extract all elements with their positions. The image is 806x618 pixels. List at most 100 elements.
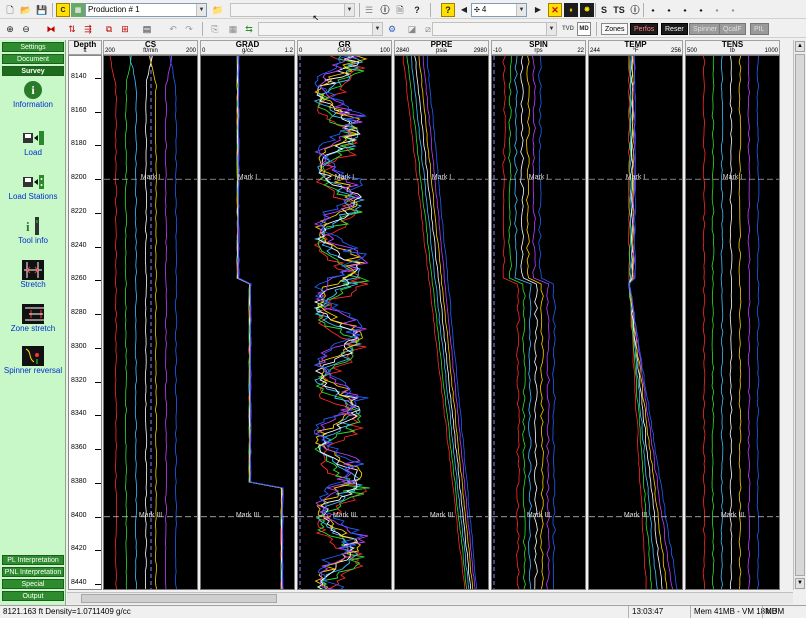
track-header-spin[interactable]: SPIN -10 rps 22 — [491, 40, 586, 55]
filter-pil[interactable]: PIL — [750, 23, 769, 35]
point-edit-icon[interactable]: ⬩ — [662, 3, 676, 17]
vertical-scroll-thumb[interactable] — [795, 54, 805, 576]
plot-combo[interactable]: ▼ — [432, 22, 557, 36]
zoom-out-icon[interactable]: ⊖ — [19, 22, 33, 36]
md-button[interactable]: MD — [577, 22, 591, 36]
track-header-temp[interactable]: TEMP 244 °F 256 — [588, 40, 683, 55]
sidebar-button-pl-interpretation[interactable]: PL Interpretation — [2, 555, 64, 565]
edit-marks-icon[interactable]: ⊞ — [118, 22, 132, 36]
question-box-icon[interactable]: ? — [441, 3, 455, 17]
track-ppre[interactable]: Mark I Mark III — [394, 55, 489, 590]
tvd-button[interactable]: TVD — [561, 22, 575, 36]
layout-icon[interactable]: ▤ — [140, 22, 154, 36]
sidebar-tool-tool-info[interactable]: i Tool info — [2, 216, 64, 245]
depth-tick-mark — [95, 516, 101, 518]
save-icon[interactable]: 💾 — [35, 3, 49, 17]
mark-label: Mark I — [528, 174, 549, 182]
list-icon[interactable]: ☰ — [362, 3, 376, 17]
track-unit: ft/min — [143, 48, 158, 54]
point-tool-icon[interactable]: ⬩ — [646, 3, 660, 17]
new-file-icon[interactable]: 🗋 — [3, 3, 17, 17]
track-tens[interactable]: Mark I Mark III — [685, 55, 780, 590]
cancel-x-icon[interactable]: ✕ — [548, 3, 562, 17]
log-curve — [164, 56, 172, 589]
horizontal-scroll-thumb[interactable] — [81, 594, 277, 603]
next-arrow-icon[interactable]: ▶ — [531, 3, 545, 17]
filter-spinner[interactable]: Spinner — [689, 23, 722, 35]
point-add-icon[interactable]: ⬩ — [678, 3, 692, 17]
sidebar-tool-information[interactable]: i Information — [2, 80, 64, 109]
open-folder-icon[interactable]: 📂 — [19, 3, 33, 17]
grid-icon[interactable]: ▦ — [71, 3, 85, 17]
track-header-grad[interactable]: GRAD 0 g/cc 1.2 — [200, 40, 295, 55]
info-i-icon[interactable]: ⓘ — [628, 3, 642, 17]
chevron-down-icon[interactable]: ▼ — [372, 23, 382, 35]
track-grad[interactable]: Mark I Mark III — [200, 55, 295, 590]
pause-icon[interactable]: ⏸ — [564, 3, 578, 17]
redo-icon[interactable]: ↷ — [182, 22, 196, 36]
sidebar-tool-load-stations[interactable]: Load Stations — [2, 172, 64, 201]
refresh-icon[interactable]: ⇆ — [242, 22, 256, 36]
sidebar-tool-stretch[interactable]: Stretch — [2, 260, 64, 289]
point-move-icon[interactable]: ⬩ — [710, 3, 724, 17]
track-header-gr[interactable]: GR 0 GAPI 100 — [297, 40, 392, 55]
filter-reser[interactable]: Reser — [661, 23, 688, 35]
filter-zones[interactable]: Zones — [601, 23, 629, 35]
export-icon[interactable]: ⎘ — [208, 22, 222, 36]
track-header-ppre[interactable]: PPRE 2840 psia 2980 — [394, 40, 489, 55]
filter-qcalf[interactable]: QcalF — [719, 23, 746, 35]
sidebar-button-document[interactable]: Document — [2, 54, 64, 64]
star-icon[interactable]: ✸ — [580, 3, 594, 17]
sidebar-tool-spinner-reversal[interactable]: Spinner reversal — [2, 346, 64, 375]
track-header-cs[interactable]: CS 200 ft/min 200 — [103, 40, 198, 55]
info-circle-icon[interactable]: ⓘ — [378, 3, 392, 17]
empty-combo[interactable]: ▼ — [230, 3, 355, 17]
chevron-down-icon[interactable]: ▼ — [516, 4, 526, 16]
mark-label: Mark III — [429, 511, 454, 519]
track-header-tens[interactable]: TENS 500 lb 1000 — [685, 40, 780, 55]
depth-column[interactable]: 8140 8160 8180 8200 8220 8240 8260 8280 8300 8320… — [68, 55, 102, 590]
chart-icon[interactable]: ◪ — [405, 22, 419, 36]
track-spin[interactable]: Mark I Mark III — [491, 55, 586, 590]
sidebar-tool-load[interactable]: Load — [2, 128, 64, 157]
merge-icon[interactable]: ⧉ — [102, 22, 116, 36]
filter-perfos[interactable]: Perfos — [630, 23, 659, 35]
sidebar-button-survey[interactable]: Survey — [2, 66, 64, 76]
point-join-icon[interactable]: ⬩ — [726, 3, 740, 17]
s-button[interactable]: S — [597, 3, 611, 17]
help-icon[interactable]: ? — [410, 3, 424, 17]
point-delete-icon[interactable]: ⬩ — [694, 3, 708, 17]
undo-icon[interactable]: ↶ — [166, 22, 180, 36]
mark-label: Mark III — [138, 511, 163, 519]
tool-settings-icon[interactable]: ⚙ — [385, 22, 399, 36]
scroll-down-icon[interactable]: ▼ — [795, 578, 805, 589]
depth-shift-icon[interactable]: ⇶ — [81, 22, 95, 36]
table-icon[interactable]: ▦ — [226, 22, 240, 36]
sidebar-button-pnl-interpretation[interactable]: PNL Interpretation — [2, 567, 64, 577]
sidebar-button-settings[interactable]: Settings — [2, 42, 64, 52]
folder-dropdown-icon[interactable]: 📁 — [211, 3, 225, 17]
scroll-up-icon[interactable]: ▲ — [795, 41, 805, 52]
track-gr[interactable]: Mark I Mark III — [297, 55, 392, 590]
curve-combo[interactable]: ▼ — [258, 22, 383, 36]
chevron-down-icon[interactable]: ▼ — [196, 4, 206, 16]
chevron-down-icon[interactable]: ▼ — [344, 4, 354, 16]
sidebar-button-output[interactable]: Output — [2, 591, 64, 601]
track-temp[interactable]: Mark I Mark III — [588, 55, 683, 590]
vertical-scrollbar[interactable]: ▲ ▼ — [793, 40, 805, 590]
horizontal-scrollbar[interactable] — [67, 592, 793, 604]
production-combo[interactable]: Production # 1 ▼ — [85, 3, 207, 17]
c-mode-icon[interactable]: C — [56, 3, 70, 17]
split-icon[interactable]: ⧓ — [44, 22, 58, 36]
log-curve — [526, 56, 544, 589]
sidebar-button-special[interactable]: Special — [2, 579, 64, 589]
chevron-down-icon[interactable]: ▼ — [546, 23, 556, 35]
document-icon[interactable]: 🗎 — [393, 3, 407, 17]
align-icon[interactable]: ⇅ — [65, 22, 79, 36]
track-cs[interactable]: Mark I Mark III — [103, 55, 198, 590]
previous-arrow-icon[interactable]: ◀ — [457, 3, 471, 17]
ts-button[interactable]: TS — [611, 3, 627, 17]
page-selector[interactable]: ✣ 4 ▼ — [471, 3, 527, 17]
sidebar-tool-zone-stretch[interactable]: Zone stretch — [2, 304, 64, 333]
zoom-in-icon[interactable]: ⊕ — [3, 22, 17, 36]
